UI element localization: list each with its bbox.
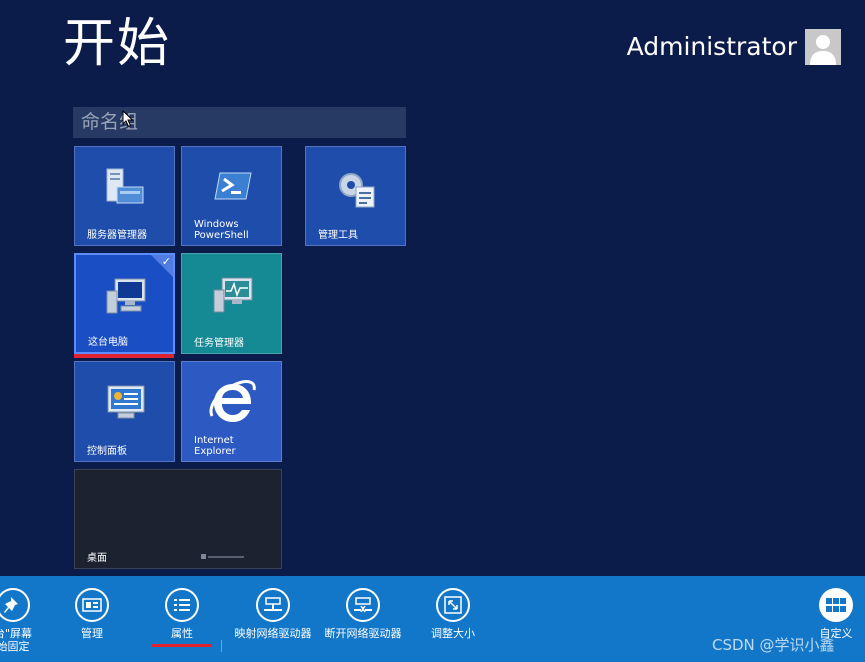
tile-label: 服务器管理器 [87, 230, 147, 241]
tile-internet-explorer[interactable]: Internet Explorer [181, 361, 282, 462]
selection-underline [74, 354, 174, 358]
customize-icon [819, 588, 853, 622]
manage-icon [75, 588, 109, 622]
watermark: CSDN @学识小鑫 [712, 636, 835, 654]
windows-logo-icon [201, 554, 245, 562]
command-label: 调整大小 [431, 627, 475, 640]
active-command-underline [152, 644, 212, 647]
check-icon: ✓ [161, 255, 171, 268]
command-label: 属性 [171, 627, 193, 640]
tile-server-manager[interactable]: 服务器管理器 [74, 146, 175, 246]
unpin-from-start-button[interactable]: 台"屏幕 始固定 [0, 588, 46, 653]
mouse-cursor-icon [122, 110, 134, 128]
disconnect-network-drive-icon [346, 588, 380, 622]
properties-button[interactable]: 属性 [152, 588, 212, 640]
command-label: 映射网络驱动器 [234, 627, 312, 640]
computer-icon [106, 278, 146, 314]
server-manager-icon [106, 168, 144, 204]
internet-explorer-icon [209, 380, 256, 422]
map-network-drive-icon [256, 588, 290, 622]
tile-desktop[interactable]: 桌面 [74, 469, 282, 569]
task-manager-icon [213, 277, 253, 313]
manage-button[interactable]: 管理 [62, 588, 122, 640]
disconnect-network-drive-button[interactable]: 断开网络驱动器 [318, 588, 408, 640]
command-label: 台"屏幕 始固定 [0, 627, 33, 653]
tile-label: Windows PowerShell [194, 219, 249, 241]
tile-powershell[interactable]: Windows PowerShell [181, 146, 282, 246]
user-name[interactable]: Administrator [627, 31, 797, 63]
properties-icon [165, 588, 199, 622]
customize-button[interactable]: 自定义 [807, 588, 865, 640]
control-panel-icon [107, 385, 145, 419]
tile-label: 控制面板 [87, 446, 127, 457]
resize-button[interactable]: 调整大小 [418, 588, 488, 640]
command-label: 管理 [81, 627, 103, 640]
tile-label: 桌面 [87, 553, 107, 564]
tile-task-manager[interactable]: 任务管理器 [181, 253, 282, 354]
tile-label: Internet Explorer [194, 435, 236, 457]
resize-icon [436, 588, 470, 622]
powershell-icon [214, 172, 252, 200]
pin-icon [0, 588, 30, 622]
user-avatar-icon[interactable] [805, 29, 841, 65]
command-label: 断开网络驱动器 [324, 627, 402, 640]
tile-admin-tools[interactable]: 管理工具 [305, 146, 406, 246]
tile-this-pc[interactable]: ✓ 这台电脑 [74, 253, 175, 354]
start-screen-title: 开始 [63, 14, 172, 74]
tile-label: 这台电脑 [88, 337, 128, 348]
command-separator [221, 640, 222, 652]
tile-label: 管理工具 [318, 230, 358, 241]
tile-label: 任务管理器 [194, 338, 244, 349]
map-network-drive-button[interactable]: 映射网络驱动器 [228, 588, 318, 640]
tile-control-panel[interactable]: 控制面板 [74, 361, 175, 462]
admin-tools-icon [339, 173, 375, 208]
